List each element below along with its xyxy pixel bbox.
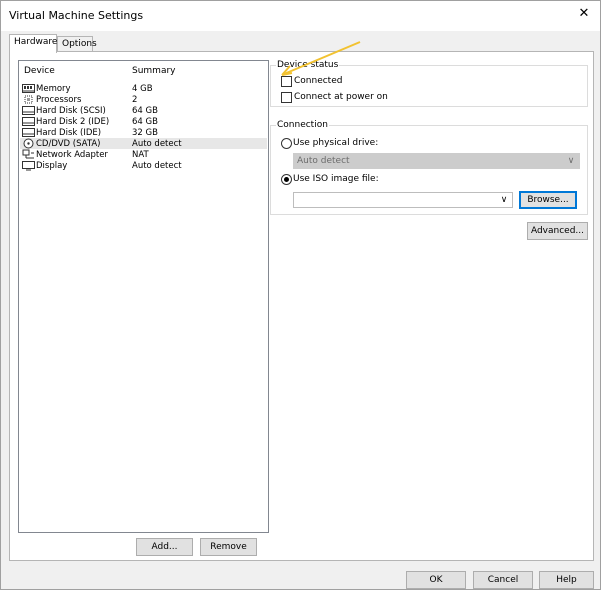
hard-disk-icon [22, 105, 35, 116]
connection-group: Connection Use physical drive: Auto dete… [270, 120, 588, 215]
chevron-down-icon[interactable]: ∨ [499, 194, 509, 206]
network-adapter-icon [22, 149, 35, 160]
close-icon[interactable]: ✕ [576, 6, 592, 22]
device-name: Processors [36, 95, 82, 105]
hard-disk-icon [22, 127, 35, 138]
device-row-network-adapter[interactable]: Network Adapter NAT [20, 149, 267, 160]
title-bar: Virtual Machine Settings ✕ [1, 1, 600, 31]
device-summary: 64 GB [132, 106, 158, 116]
device-row-hard-disk-ide[interactable]: Hard Disk (IDE) 32 GB [20, 127, 267, 138]
display-icon [22, 160, 35, 171]
chevron-down-icon: ∨ [567, 156, 575, 166]
cd-dvd-icon [22, 138, 35, 149]
device-row-hard-disk-2-ide[interactable]: Hard Disk 2 (IDE) 64 GB [20, 116, 267, 127]
device-row-hard-disk-scsi[interactable]: Hard Disk (SCSI) 64 GB [20, 105, 267, 116]
use-physical-drive-label[interactable]: Use physical drive: [293, 138, 378, 148]
use-physical-drive-radio[interactable] [281, 138, 292, 149]
device-name: Hard Disk (IDE) [36, 128, 102, 138]
connection-title: Connection [276, 120, 329, 130]
connect-at-power-on-label[interactable]: Connect at power on [294, 92, 388, 102]
vm-settings-window: Virtual Machine Settings ✕ Hardware Opti… [0, 0, 601, 590]
column-header-device[interactable]: Device [24, 66, 55, 76]
tab-options[interactable]: Options [57, 36, 97, 52]
device-name: Display [36, 161, 68, 171]
physical-drive-value: Auto detect [297, 156, 350, 166]
device-row-cd-dvd-sata[interactable]: CD/DVD (SATA) Auto detect [20, 138, 267, 149]
device-summary: 4 GB [132, 84, 153, 94]
device-row-display[interactable]: Display Auto detect [20, 160, 267, 171]
connect-at-power-on-checkbox[interactable] [281, 92, 292, 103]
device-summary: NAT [132, 150, 149, 160]
advanced-button[interactable]: Advanced... [527, 222, 588, 240]
window-title: Virtual Machine Settings [9, 9, 144, 22]
device-summary: 2 [132, 95, 138, 105]
physical-drive-select: Auto detect ∨ [293, 153, 580, 169]
device-row-processors[interactable]: Processors 2 [20, 94, 267, 105]
device-list[interactable]: Device Summary Memory 4 GB Processors 2 [18, 60, 269, 533]
hard-disk-icon [22, 116, 35, 127]
device-summary: 32 GB [132, 128, 158, 138]
cancel-button[interactable]: Cancel [473, 571, 533, 589]
remove-button[interactable]: Remove [200, 538, 257, 556]
device-list-header: Device Summary [19, 61, 268, 79]
column-header-summary[interactable]: Summary [132, 66, 176, 76]
use-iso-image-label[interactable]: Use ISO image file: [293, 174, 379, 184]
tab-hardware[interactable]: Hardware [9, 34, 57, 53]
browse-button[interactable]: Browse... [519, 191, 577, 209]
device-name: Memory [36, 84, 71, 94]
device-summary: Auto detect [132, 161, 182, 171]
device-name: Hard Disk (SCSI) [36, 106, 106, 116]
device-summary: 64 GB [132, 117, 158, 127]
device-summary: Auto detect [132, 139, 182, 149]
hardware-tab-panel: Device Summary Memory 4 GB Processors 2 [9, 41, 594, 561]
annotation-arrow-icon [281, 41, 361, 76]
device-name: Network Adapter [36, 150, 108, 160]
memory-icon [22, 83, 35, 94]
processor-icon [22, 94, 35, 105]
ok-button[interactable]: OK [406, 571, 466, 589]
help-button[interactable]: Help [539, 571, 594, 589]
use-iso-image-radio[interactable] [281, 174, 292, 185]
device-name: CD/DVD (SATA) [36, 139, 101, 149]
device-name: Hard Disk 2 (IDE) [36, 117, 110, 127]
iso-image-path-combo[interactable]: ∨ [293, 192, 513, 208]
add-button[interactable]: Add... [136, 538, 193, 556]
device-row-memory[interactable]: Memory 4 GB [20, 83, 267, 94]
